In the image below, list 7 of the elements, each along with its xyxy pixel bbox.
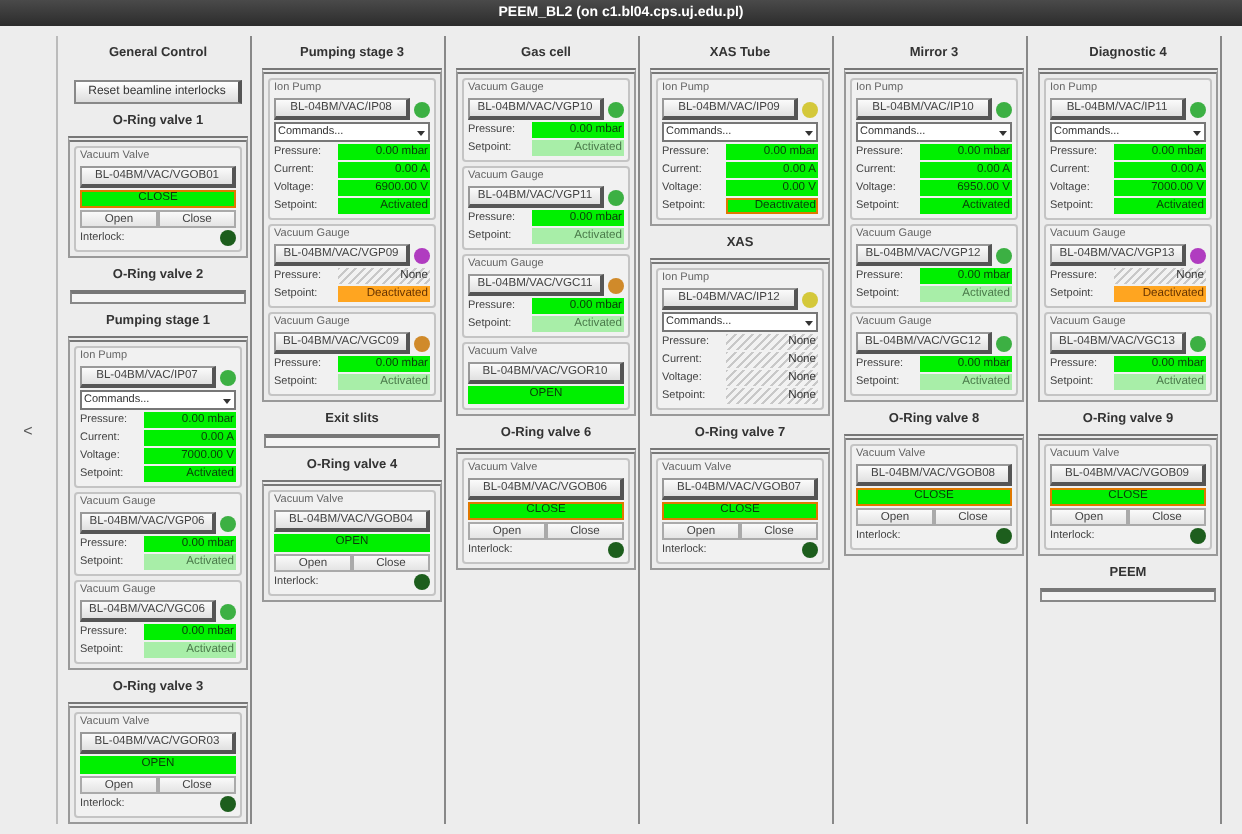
caret-icon: [998, 127, 1008, 137]
caret-icon: [222, 395, 232, 405]
caret-icon: [804, 317, 814, 327]
scroll-left-button[interactable]: <: [23, 421, 33, 439]
caret-icon: [1192, 127, 1202, 137]
caret-icon: [804, 127, 814, 137]
caret-icon: [416, 127, 426, 137]
